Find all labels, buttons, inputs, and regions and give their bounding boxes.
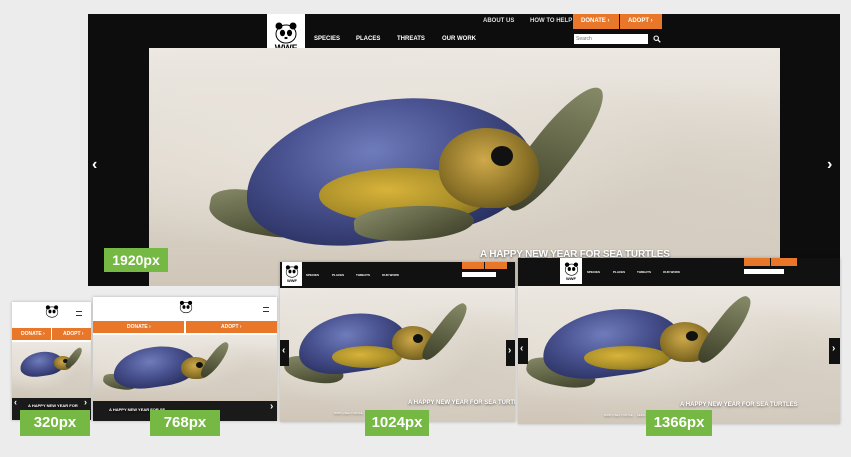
nav-threats[interactable]: THREATS	[356, 273, 370, 277]
search-icon[interactable]	[653, 35, 661, 43]
nav-places[interactable]: PLACES	[613, 270, 625, 274]
panda-icon	[179, 300, 193, 314]
menu-icon[interactable]	[263, 307, 269, 312]
donate-button[interactable]	[744, 258, 770, 266]
next-arrow-icon[interactable]: ›	[827, 156, 832, 174]
hero-headline: A HAPPY NEW YEAR FOR SEA TURTLES	[408, 400, 515, 406]
adopt-label: ADOPT ›	[628, 18, 653, 24]
nav-species[interactable]: SPECIES	[306, 273, 319, 277]
prev-arrow-glyph: ‹	[520, 343, 524, 354]
header-bar	[88, 14, 840, 48]
nav-threats[interactable]: THREATS	[397, 36, 425, 42]
donate-label: DONATE ›	[581, 18, 610, 24]
adopt-button[interactable]	[485, 262, 507, 269]
hero-headline: A HAPPY NEW YEAR FOR SEA TURTLES	[680, 402, 798, 408]
search-input[interactable]	[744, 269, 784, 274]
tablet-768-frame: DONATE › ADOPT › A HAPPY NEW YEAR FOR SE…	[93, 297, 277, 421]
panda-icon	[45, 305, 59, 318]
panda-icon	[285, 265, 299, 278]
adopt-button[interactable]	[771, 258, 797, 266]
nav-places[interactable]: PLACES	[356, 36, 380, 42]
breakpoint-label-1024: 1024px	[365, 410, 429, 436]
mobile-320-frame: DONATE › ADOPT › A HAPPY NEW YEAR FOR ‹ …	[12, 302, 91, 420]
wwf-logo-text: WWF	[287, 278, 297, 283]
donate-button[interactable]	[462, 262, 484, 269]
hero-image	[149, 48, 780, 286]
panda-icon	[564, 261, 578, 276]
breakpoint-label-1366: 1366px	[646, 410, 712, 436]
nav-threats[interactable]: THREATS	[637, 270, 651, 274]
next-arrow-glyph: ›	[832, 343, 836, 354]
desktop-1920-frame: WWF ABOUT US HOW TO HELP DONATE › ADOPT …	[88, 14, 840, 286]
panda-icon	[275, 22, 297, 43]
hero-image	[93, 335, 277, 401]
breakpoint-label-1920: 1920px	[104, 248, 168, 272]
adopt-label: ADOPT ›	[221, 324, 242, 330]
next-arrow-glyph: ›	[508, 345, 512, 356]
prev-arrow-icon[interactable]: ‹	[14, 397, 17, 407]
prev-arrow-icon[interactable]: ‹	[92, 156, 97, 174]
wwf-logo[interactable]: WWF	[282, 262, 302, 286]
breakpoint-label-320: 320px	[20, 410, 90, 436]
wwf-logo-text: WWF	[566, 275, 576, 281]
search-input[interactable]	[574, 34, 648, 44]
search-input[interactable]	[462, 272, 496, 277]
adopt-label: ADOPT ›	[63, 331, 84, 337]
donate-label: DONATE ›	[127, 324, 151, 330]
breakpoint-label-768: 768px	[150, 410, 220, 436]
nav-species[interactable]: SPECIES	[314, 36, 340, 42]
next-arrow-icon[interactable]: ›	[84, 397, 87, 407]
hero-image	[12, 342, 91, 398]
donate-label: DONATE ›	[21, 331, 45, 337]
wwf-logo[interactable]: WWF	[560, 258, 582, 284]
top-link-about[interactable]: ABOUT US	[483, 18, 514, 24]
menu-icon[interactable]	[76, 311, 82, 316]
nav-our-work[interactable]: OUR WORK	[663, 270, 680, 274]
hero-headline: A HAPPY NEW YEAR FOR	[28, 403, 78, 408]
nav-places[interactable]: PLACES	[332, 273, 344, 277]
nav-our-work[interactable]: OUR WORK	[382, 273, 399, 277]
top-link-help[interactable]: HOW TO HELP	[530, 18, 572, 24]
nav-our-work[interactable]: OUR WORK	[442, 36, 476, 42]
desktop-1366-frame: WWF SPECIES PLACES THREATS OUR WORK ‹ › …	[518, 258, 840, 424]
prev-arrow-glyph: ‹	[282, 345, 286, 356]
nav-species[interactable]: SPECIES	[587, 270, 600, 274]
desktop-1024-frame: WWF SPECIES PLACES THREATS OUR WORK ‹ › …	[280, 262, 515, 422]
next-arrow-icon[interactable]: ›	[270, 401, 273, 412]
